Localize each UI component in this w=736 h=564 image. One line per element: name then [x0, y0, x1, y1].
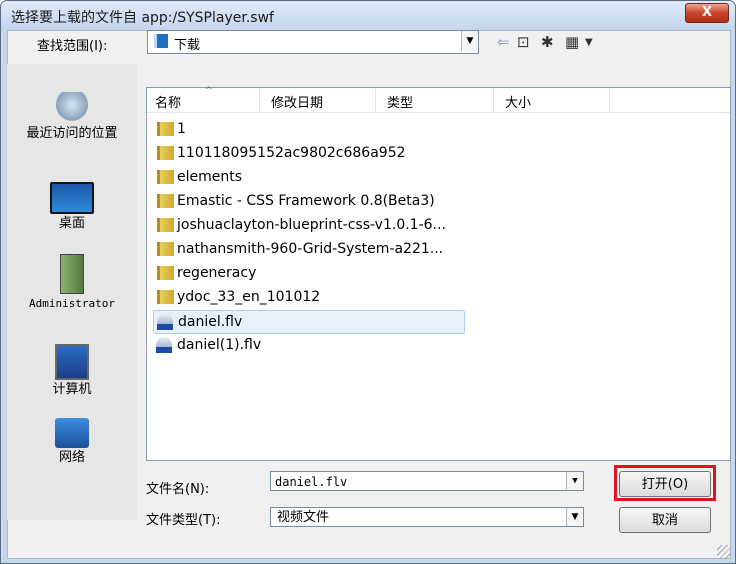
user-folder-icon	[60, 254, 84, 294]
list-item[interactable]: joshuaclayton-blueprint-css-v1.0.1-6...	[153, 214, 463, 236]
list-item[interactable]: ydoc_33_en_101012	[153, 286, 463, 308]
close-button[interactable]: X	[685, 3, 729, 23]
recent-places-icon	[54, 92, 90, 124]
filename-value: daniel.flv	[275, 475, 348, 489]
folder-icon	[157, 218, 174, 232]
filetype-value: 视频文件	[277, 510, 330, 525]
back-arrow-icon[interactable]: ⇐	[497, 33, 510, 51]
folder-icon	[157, 266, 174, 280]
folder-icon	[157, 194, 174, 208]
file-name: ydoc_33_en_101012	[177, 289, 321, 305]
file-name: daniel.flv	[178, 314, 243, 330]
place-label: 计算机	[52, 382, 92, 397]
file-name: joshuaclayton-blueprint-css-v1.0.1-6...	[177, 217, 446, 233]
view-menu-chevron-icon[interactable]: ▼	[585, 37, 593, 48]
cancel-button[interactable]: 取消	[619, 507, 711, 533]
place-label: 网络	[58, 450, 85, 465]
file-name: elements	[177, 169, 243, 185]
chevron-down-icon[interactable]: ▼	[566, 472, 583, 490]
network-icon	[55, 418, 89, 448]
place-recent[interactable]: 最近访问的位置	[7, 92, 137, 141]
file-name: daniel(1).flv	[177, 337, 262, 353]
list-item[interactable]: regeneracy	[153, 262, 463, 284]
file-name: nathansmith-960-Grid-System-a221...	[177, 241, 444, 257]
place-administrator[interactable]: Administrator	[7, 254, 137, 311]
title-bar[interactable]: 选择要上载的文件自 app:/SYSPlayer.swf X	[1, 1, 735, 29]
file-name: 1	[177, 121, 186, 137]
new-folder-icon[interactable]: ✱	[541, 33, 554, 51]
sort-ascending-icon: ^	[205, 86, 213, 96]
column-header-type[interactable]: 类型	[387, 92, 413, 111]
file-name: 110118095152ac9802c686a952	[177, 145, 406, 161]
place-label: 最近访问的位置	[26, 126, 118, 141]
resize-grip[interactable]	[717, 545, 731, 559]
filetype-label: 文件类型(T):	[146, 513, 221, 528]
place-computer[interactable]: 计算机	[7, 344, 137, 397]
filename-label: 文件名(N):	[146, 482, 210, 497]
places-bar: 最近访问的位置 桌面 Administrator 计算机 网络	[7, 64, 137, 520]
place-network[interactable]: 网络	[7, 418, 137, 465]
column-header-size[interactable]: 大小	[505, 92, 531, 111]
place-desktop[interactable]: 桌面	[7, 182, 137, 231]
file-list-view[interactable]: 名称 ^ 修改日期 类型 大小 1 110118095152ac9802c686…	[146, 86, 731, 461]
folder-icon	[157, 242, 174, 256]
column-header-modified[interactable]: 修改日期	[271, 92, 323, 111]
filetype-dropdown[interactable]: 视频文件 ▼	[270, 507, 584, 527]
file-name: regeneracy	[177, 265, 257, 281]
look-in-label: 查找范围(I):	[37, 39, 108, 54]
list-header: 名称 ^ 修改日期 类型 大小	[147, 86, 730, 113]
place-label: 桌面	[58, 216, 85, 231]
list-item[interactable]: Emastic - CSS Framework 0.8(Beta3)	[153, 190, 463, 212]
view-menu-icon[interactable]: ▦	[565, 33, 579, 51]
column-separator[interactable]	[493, 88, 494, 112]
list-item[interactable]: 1	[153, 118, 463, 140]
column-separator[interactable]	[259, 88, 260, 112]
flv-file-icon	[157, 314, 173, 330]
list-item[interactable]: nathansmith-960-Grid-System-a221...	[153, 238, 463, 260]
column-separator[interactable]	[609, 88, 610, 112]
desktop-icon	[50, 182, 94, 214]
folder-icon	[157, 122, 174, 136]
column-separator[interactable]	[375, 88, 376, 112]
window-title: 选择要上载的文件自 app:/SYSPlayer.swf	[11, 10, 274, 26]
file-name: Emastic - CSS Framework 0.8(Beta3)	[177, 193, 435, 209]
folder-icon	[154, 34, 168, 48]
chevron-down-icon[interactable]: ▼	[566, 508, 583, 526]
look-in-dropdown[interactable]: 下载 ▼	[147, 30, 479, 54]
file-dialog-window: 选择要上载的文件自 app:/SYSPlayer.swf X 查找范围(I): …	[0, 0, 736, 564]
filename-input[interactable]: daniel.flv ▼	[270, 471, 584, 491]
flv-file-icon	[156, 337, 172, 353]
chevron-down-icon[interactable]: ▼	[461, 31, 478, 51]
place-label: Administrator	[28, 297, 116, 310]
list-item[interactable]: daniel(1).flv	[153, 334, 463, 356]
list-item[interactable]: elements	[153, 166, 463, 188]
up-folder-icon[interactable]: ⊡	[517, 33, 530, 51]
folder-icon	[157, 170, 174, 184]
look-in-value: 下载	[174, 38, 201, 53]
list-item[interactable]: 110118095152ac9802c686a952	[153, 142, 463, 164]
folder-icon	[157, 290, 174, 304]
folder-icon	[157, 146, 174, 160]
open-button-highlight	[614, 465, 716, 501]
list-item-selected[interactable]: daniel.flv	[153, 310, 465, 334]
column-header-name[interactable]: 名称	[155, 92, 181, 111]
computer-icon	[55, 344, 89, 380]
